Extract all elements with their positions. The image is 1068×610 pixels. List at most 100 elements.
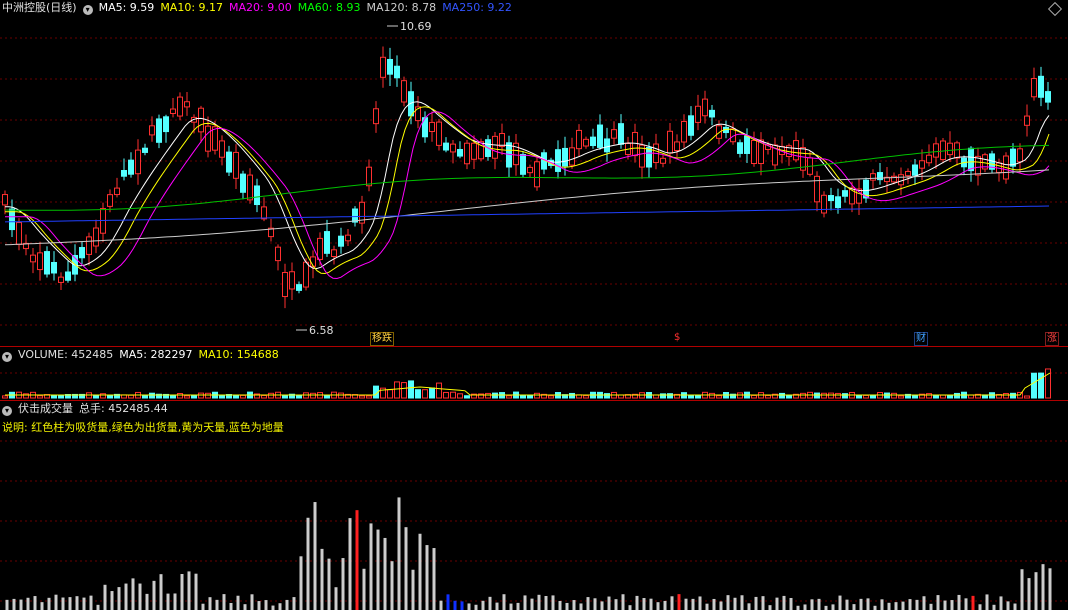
fuji-volume-bar [992, 604, 996, 610]
volume-bar [415, 389, 421, 399]
fuji-volume-bar [789, 597, 793, 610]
fuji-volume-bar [236, 595, 240, 610]
candle-body [387, 58, 393, 75]
candle-body [751, 139, 757, 165]
fuji-volume-bar [894, 602, 898, 610]
volume-bar [37, 395, 43, 399]
candle-body [940, 140, 946, 161]
fuji-volume-panel[interactable]: ▾ 伏击成交量 总手: 452485.44 说明: 红色柱为吸货量,绿色为出货量,黄… [0, 401, 1068, 610]
fuji-volume-bar [26, 597, 30, 610]
candle-body [828, 195, 834, 202]
candle-body [968, 147, 974, 172]
fuji-volume-bar [1006, 601, 1010, 610]
indicator-menu-icon[interactable]: ▾ [82, 5, 93, 15]
volume-bar [282, 394, 288, 399]
candle-body [555, 149, 561, 172]
candle-body [254, 185, 260, 206]
fuji-volume-bar [82, 597, 86, 610]
volume-bar [814, 392, 820, 399]
fuji-volume-bar [495, 602, 499, 610]
candle-body [842, 190, 848, 197]
fuji-volume-bar [978, 604, 982, 610]
high-label: 10.69 [400, 20, 432, 33]
volume-bar [870, 394, 876, 399]
candle-body [716, 125, 722, 139]
candle-body [1024, 115, 1030, 126]
fuji-volume-bar [320, 548, 324, 610]
volume-bar [2, 395, 8, 399]
candlestick-chart[interactable]: 10.69 6.58 [0, 0, 1068, 346]
volume-bar [667, 393, 673, 399]
volume-panel[interactable]: ▾ VOLUME: 452485 MA5: 282297 MA10: 154688 [0, 347, 1068, 400]
volume-bar [170, 395, 176, 399]
event-tag-3[interactable]: 财 [914, 332, 928, 346]
fuji-volume-bar [558, 600, 562, 610]
candle-body [457, 149, 463, 157]
candle-body [562, 147, 568, 167]
volume-menu-icon[interactable]: ▾ [2, 352, 12, 362]
event-tag-1[interactable]: 移跌 [370, 332, 394, 346]
price-panel[interactable]: 10.69 6.58 中洲控股(日线) ▾ MA5: 9.59 MA10: 9.17 MA… [0, 0, 1068, 346]
fuji-volume-bar [537, 594, 541, 610]
fuji-header: ▾ 伏击成交量 总手: 452485.44 [2, 402, 174, 416]
volume-bar [898, 395, 904, 399]
fuji-volume-bar [824, 605, 828, 610]
volume-bar [338, 392, 344, 399]
fuji-volume-bar [460, 601, 464, 610]
candle-body [275, 246, 281, 262]
volume-bar [401, 382, 407, 399]
fuji-volume-bar [208, 597, 212, 610]
volume-bar [527, 395, 533, 399]
fuji-volume-bar [565, 602, 569, 610]
volume-bar [520, 395, 526, 399]
candle-body [744, 135, 750, 154]
fuji-volume-bar [117, 587, 121, 610]
candle-body [604, 138, 610, 153]
event-tag-4[interactable]: 涨 [1045, 332, 1059, 346]
candle-body [247, 174, 253, 201]
volume-bar [198, 392, 204, 399]
volume-header: ▾ VOLUME: 452485 MA5: 282297 MA10: 154688 [2, 348, 285, 362]
candle-body [184, 101, 190, 108]
fuji-volume-bar [404, 527, 408, 610]
volume-bar [660, 393, 666, 399]
fuji-volume-bar [698, 596, 702, 610]
fuji-volume-bar [775, 597, 779, 610]
fuji-volume-bar [936, 595, 940, 610]
fuji-menu-icon[interactable]: ▾ [2, 406, 12, 416]
fuji-volume-bar [663, 600, 667, 610]
volume-bar [800, 392, 806, 399]
candle-body [898, 174, 904, 186]
volume-bar [835, 392, 841, 399]
volume-bar [23, 393, 29, 399]
volume-bar [268, 392, 274, 399]
fuji-total: 总手: 452485.44 [79, 402, 168, 415]
candle-body [128, 159, 134, 175]
volume-bar [149, 392, 155, 399]
fuji-volume-bar [845, 599, 849, 610]
event-tag-2[interactable]: $ [673, 332, 681, 344]
volume-bar [366, 395, 372, 399]
fuji-volume-bar [705, 603, 709, 610]
fuji-volume-bar [474, 604, 478, 610]
volume-bar [359, 395, 365, 399]
volume-bar [457, 393, 463, 399]
fuji-volume-bar [306, 517, 310, 610]
fuji-volume-bar [866, 598, 870, 610]
fuji-volume-bar [68, 597, 72, 610]
volume-bar [940, 394, 946, 399]
candle-body [709, 109, 715, 118]
fuji-volume-bar [89, 595, 93, 610]
fuji-volume-bar [5, 599, 9, 610]
candle-body [674, 141, 680, 152]
stock-title: 中洲控股(日线) [2, 1, 77, 14]
candle-body [282, 272, 288, 298]
fuji-volume-bar [124, 583, 128, 610]
candle-body [135, 149, 141, 175]
volume-bar [422, 389, 428, 399]
candle-body [975, 155, 981, 176]
fuji-volume-bar [313, 502, 317, 610]
candle-body [919, 160, 925, 169]
candle-body [681, 120, 687, 143]
candle-body [443, 142, 449, 151]
